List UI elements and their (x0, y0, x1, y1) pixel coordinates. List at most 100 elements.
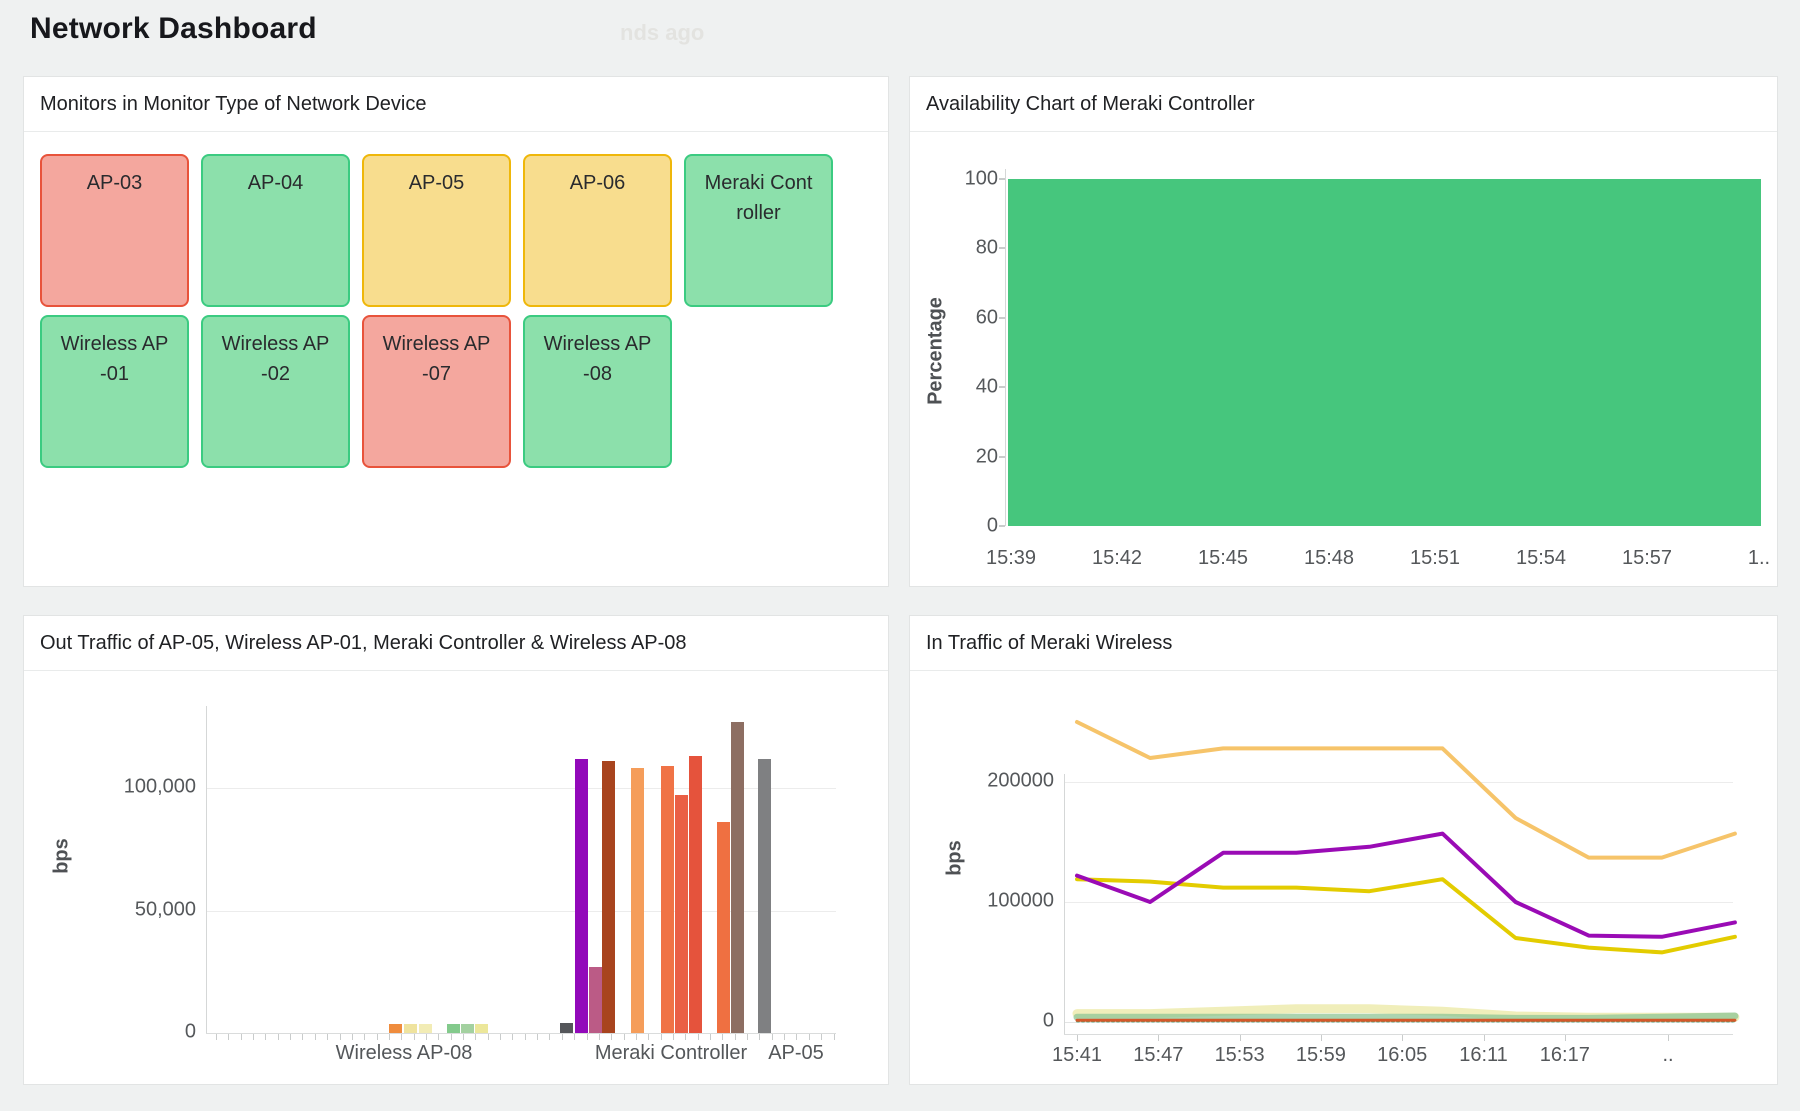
x-tick-label: 15:54 (1516, 547, 1566, 570)
availability-area-fill (1008, 179, 1761, 526)
x-tick-mark (587, 1034, 588, 1040)
x-tick-mark (673, 1034, 674, 1040)
y-tick-mark (999, 317, 1005, 319)
panel-header: Availability Chart of Meraki Controller (910, 77, 1777, 132)
x-tick-label: 15:53 (1215, 1044, 1265, 1067)
x-tick-mark (340, 1034, 341, 1040)
line-series-pale-yellow-band (1077, 1009, 1735, 1017)
x-tick-label: 15:59 (1296, 1044, 1346, 1067)
x-tick-label: 16:17 (1540, 1044, 1590, 1067)
x-tick-mark (747, 1034, 748, 1040)
x-tick-mark (537, 1034, 538, 1040)
x-tick-mark (463, 1034, 464, 1040)
y-tick-label: 0 (185, 1021, 196, 1044)
tile-label-line: Wireless AP (525, 329, 670, 359)
bar-group-label: Wireless AP-08 (336, 1042, 473, 1065)
tile-label-line: -08 (525, 359, 670, 389)
tile-label-line: Wireless AP (203, 329, 348, 359)
line-series-amber (1077, 722, 1735, 858)
tile-label-line: AP-04 (203, 168, 348, 198)
gridline (1064, 1022, 1733, 1023)
x-tick-mark (278, 1034, 279, 1040)
tile-label-line: -02 (203, 359, 348, 389)
y-tick-label: 100000 (987, 890, 1054, 913)
x-tick-mark (1077, 1035, 1078, 1041)
y-tick-mark (999, 456, 1005, 458)
x-tick-mark (327, 1034, 328, 1040)
x-tick-mark (599, 1034, 600, 1040)
bar (689, 756, 702, 1033)
bar (661, 766, 674, 1033)
x-tick-mark (549, 1034, 550, 1040)
monitor-tile-wireless-ap-08[interactable]: Wireless AP-08 (523, 315, 672, 468)
monitor-tile-ap-04[interactable]: AP-04 (201, 154, 350, 307)
x-tick-label: 16:05 (1377, 1044, 1427, 1067)
x-tick-label: 15:47 (1133, 1044, 1183, 1067)
x-tick-mark (265, 1034, 266, 1040)
x-tick-label: 15:51 (1410, 547, 1460, 570)
monitor-tile-meraki-controller[interactable]: Meraki Controller (684, 154, 833, 307)
line-series-purple (1077, 834, 1735, 937)
x-tick-label: 15:39 (986, 547, 1036, 570)
bar (731, 722, 744, 1033)
y-tick-label: 80 (976, 237, 998, 260)
bar (717, 822, 730, 1033)
bar (675, 795, 688, 1033)
bar (575, 759, 588, 1033)
x-tick-mark (414, 1034, 415, 1040)
x-tick-mark (302, 1034, 303, 1040)
y-tick-mark (999, 178, 1005, 180)
gridline (1064, 782, 1733, 783)
x-tick-mark (500, 1034, 501, 1040)
y-tick-label: 0 (987, 515, 998, 538)
y-axis-line (1005, 169, 1006, 526)
y-tick-label: 100 (965, 168, 998, 191)
panel-title: Out Traffic of AP-05, Wireless AP-01, Me… (40, 632, 687, 655)
panel-title: In Traffic of Meraki Wireless (926, 632, 1172, 655)
monitor-tile-ap-06[interactable]: AP-06 (523, 154, 672, 307)
x-tick-mark (611, 1034, 612, 1040)
monitor-tile-wireless-ap-01[interactable]: Wireless AP-01 (40, 315, 189, 468)
x-tick-mark (512, 1034, 513, 1040)
x-tick-mark (525, 1034, 526, 1040)
bar-group-label: AP-05 (768, 1042, 824, 1065)
tile-label-line: AP-06 (525, 168, 670, 198)
x-tick-mark (352, 1034, 353, 1040)
x-tick-mark (834, 1034, 835, 1040)
x-tick-mark (401, 1034, 402, 1040)
y-axis-title: Percentage (925, 297, 948, 405)
x-axis-line (206, 1033, 836, 1034)
monitor-tile-ap-03[interactable]: AP-03 (40, 154, 189, 307)
gridline (1064, 902, 1733, 903)
y-tick-label: 40 (976, 376, 998, 399)
y-tick-label: 20 (976, 445, 998, 468)
bar (602, 761, 615, 1033)
x-tick-label: .. (1662, 1044, 1673, 1067)
monitor-tile-ap-05[interactable]: AP-05 (362, 154, 511, 307)
x-tick-mark (1321, 1035, 1322, 1041)
y-tick-label: 50,000 (135, 898, 196, 921)
x-tick-mark (438, 1034, 439, 1040)
tile-label-line: Wireless AP (364, 329, 509, 359)
panel-in-traffic: In Traffic of Meraki Wireless 0100000200… (909, 615, 1778, 1085)
x-tick-mark (821, 1034, 822, 1040)
x-tick-mark (1240, 1035, 1241, 1041)
tile-grid: AP-03AP-04AP-05AP-06Meraki ControllerWir… (40, 154, 833, 468)
x-tick-mark (1158, 1035, 1159, 1041)
x-tick-mark (574, 1034, 575, 1040)
x-tick-mark (451, 1034, 452, 1040)
panel-out-traffic: Out Traffic of AP-05, Wireless AP-01, Me… (23, 615, 889, 1085)
monitor-tile-wireless-ap-07[interactable]: Wireless AP-07 (362, 315, 511, 468)
x-tick-mark (475, 1034, 476, 1040)
y-axis-title: bps (51, 838, 74, 874)
x-tick-mark (722, 1034, 723, 1040)
x-tick-mark (253, 1034, 254, 1040)
x-tick-mark (1484, 1035, 1485, 1041)
bar (758, 759, 771, 1033)
panel-title: Availability Chart of Meraki Controller (926, 93, 1255, 116)
monitor-tile-wireless-ap-02[interactable]: Wireless AP-02 (201, 315, 350, 468)
bar (389, 1024, 402, 1033)
x-tick-label: 15:42 (1092, 547, 1142, 570)
bar (560, 1023, 573, 1033)
x-tick-label: 15:45 (1198, 547, 1248, 570)
